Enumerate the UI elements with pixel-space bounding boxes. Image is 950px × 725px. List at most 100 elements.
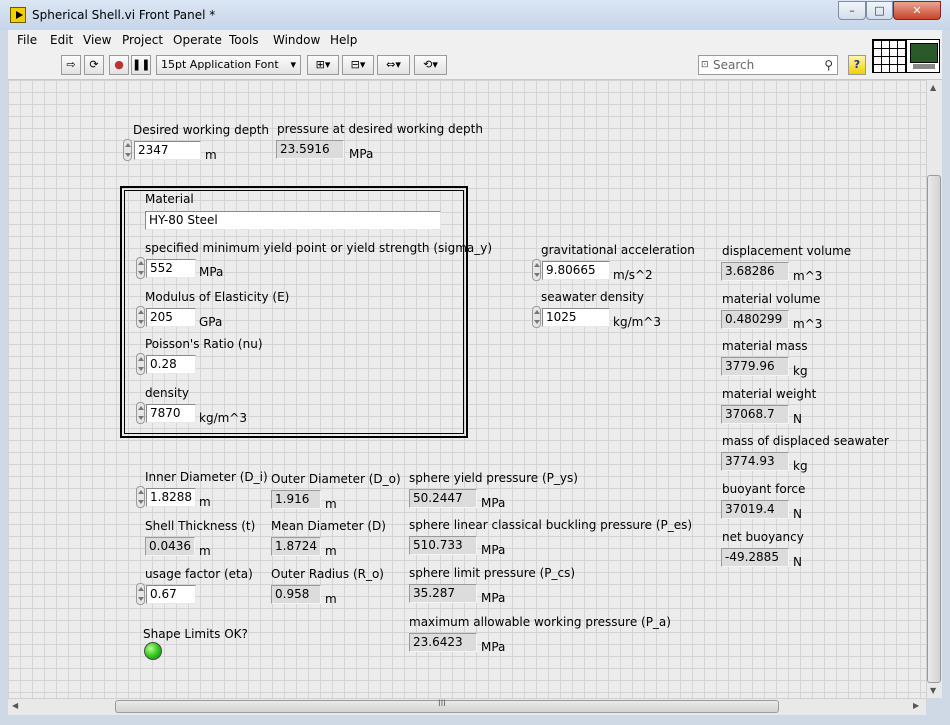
- mat-mass-label: material mass: [722, 339, 808, 353]
- mat-volume-unit: m^3: [793, 317, 823, 331]
- p-cs-label: sphere limit pressure (P_cs): [409, 566, 576, 580]
- buoyant-indicator: 37019.4: [721, 500, 789, 519]
- chevron-down-icon: ▾: [290, 58, 296, 71]
- menu-operate[interactable]: Operate: [173, 33, 222, 47]
- menu-tools[interactable]: Tools: [229, 33, 259, 47]
- seawater-label: seawater density: [541, 290, 644, 304]
- reorder-icon[interactable]: ⟲▾: [414, 55, 447, 75]
- p-ys-indicator: 50.2447: [409, 489, 477, 508]
- thickness-unit: m: [199, 544, 211, 558]
- p-a-indicator: 23.6423: [409, 633, 477, 652]
- inner-d-increment-decrement[interactable]: [136, 486, 145, 508]
- minimize-button[interactable]: –: [838, 1, 866, 20]
- outer-d-label: Outer Diameter (D_o): [271, 472, 401, 486]
- seawater-unit: kg/m^3: [613, 315, 661, 329]
- p-es-unit: MPa: [481, 543, 506, 557]
- font-select[interactable]: 15pt Application Font ▾: [156, 55, 301, 75]
- outer-d-indicator: 1.916: [271, 490, 321, 509]
- depth-unit: m: [205, 148, 217, 162]
- p-es-indicator: 510.733: [409, 536, 477, 555]
- menu-project[interactable]: Project: [122, 33, 163, 47]
- scroll-right-icon[interactable]: ▶: [913, 701, 919, 710]
- inner-d-label: Inner Diameter (D_i): [145, 470, 268, 484]
- density-unit: kg/m^3: [199, 411, 247, 425]
- seawater-increment-decrement[interactable]: [532, 306, 541, 328]
- thickness-label: Shell Thickness (t): [145, 519, 256, 533]
- inner-d-unit: m: [199, 495, 211, 509]
- modulus-increment-decrement[interactable]: [136, 306, 145, 328]
- menu-bar: File Edit View Project Operate Tools Win…: [8, 30, 942, 52]
- grav-label: gravitational acceleration: [541, 243, 695, 257]
- menu-view[interactable]: View: [83, 33, 111, 47]
- vertical-scroll-thumb[interactable]: [927, 175, 941, 683]
- grav-increment-decrement[interactable]: [532, 259, 541, 281]
- menu-window[interactable]: Window: [273, 33, 320, 47]
- material-input[interactable]: HY-80 Steel: [145, 211, 441, 230]
- modulus-input[interactable]: 205: [146, 308, 196, 327]
- pressure-depth-indicator: 23.5916: [276, 140, 344, 159]
- front-panel: Desired working depth 2347 m pressure at…: [8, 80, 926, 698]
- material-label: Material: [145, 192, 194, 206]
- maximize-button[interactable]: □: [866, 1, 893, 20]
- buoyant-label: buoyant force: [722, 482, 806, 496]
- disp-volume-indicator: 3.68286: [721, 262, 789, 281]
- density-increment-decrement[interactable]: [136, 402, 145, 424]
- net-buoy-label: net buoyancy: [722, 530, 804, 544]
- grav-input[interactable]: 9.80665: [542, 261, 610, 280]
- pressure-depth-label: pressure at desired working depth: [277, 122, 483, 136]
- mat-weight-unit: N: [793, 412, 802, 426]
- depth-input[interactable]: 2347: [134, 141, 201, 160]
- menu-help[interactable]: Help: [330, 33, 357, 47]
- abort-icon[interactable]: ●: [109, 55, 129, 75]
- sigma-y-unit: MPa: [199, 265, 224, 279]
- horizontal-scroll-thumb[interactable]: III: [115, 699, 779, 713]
- inner-d-input[interactable]: 1.8288: [146, 488, 196, 507]
- search-input[interactable]: Search ⊡ ⚲: [698, 55, 838, 75]
- sigma-y-input[interactable]: 552: [146, 259, 196, 278]
- scroll-up-icon[interactable]: ▲: [930, 83, 936, 92]
- mat-mass-unit: kg: [793, 364, 808, 378]
- search-placeholder: Search: [713, 58, 755, 72]
- mat-weight-indicator: 37068.7: [721, 405, 789, 424]
- close-button[interactable]: ✕: [893, 1, 941, 20]
- grav-unit: m/s^2: [613, 268, 653, 282]
- mean-d-label: Mean Diameter (D): [271, 519, 386, 533]
- resize-objects-icon[interactable]: ⇔▾: [377, 55, 410, 75]
- density-input[interactable]: 7870: [146, 404, 196, 423]
- distribute-objects-icon[interactable]: ⊟▾: [342, 55, 374, 75]
- help-button[interactable]: ?: [848, 55, 866, 75]
- p-cs-indicator: 35.287: [409, 584, 477, 603]
- sigma-y-label: specified minimum yield point or yield s…: [145, 241, 493, 255]
- scroll-down-icon[interactable]: ▼: [930, 686, 936, 695]
- menu-edit[interactable]: Edit: [50, 33, 73, 47]
- connector-pane-icon[interactable]: [872, 39, 906, 73]
- depth-increment-decrement[interactable]: [123, 139, 132, 161]
- sigma-y-increment-decrement[interactable]: [136, 257, 145, 279]
- labview-vi-icon: [10, 7, 26, 23]
- scroll-left-icon[interactable]: ◀: [12, 701, 18, 710]
- pause-icon[interactable]: ❚❚: [131, 55, 151, 75]
- align-objects-icon[interactable]: ⊞▾: [307, 55, 339, 75]
- seawater-input[interactable]: 1025: [542, 308, 610, 327]
- eta-input[interactable]: 0.67: [146, 585, 196, 604]
- outer-d-unit: m: [325, 497, 337, 511]
- outer-r-label: Outer Radius (R_o): [271, 567, 384, 581]
- menu-file[interactable]: File: [17, 33, 37, 47]
- poisson-increment-decrement[interactable]: [136, 353, 145, 375]
- pressure-depth-unit: MPa: [349, 147, 374, 161]
- disp-volume-unit: m^3: [793, 269, 823, 283]
- depth-label: Desired working depth: [133, 123, 270, 137]
- poisson-input[interactable]: 0.28: [146, 355, 196, 374]
- p-cs-unit: MPa: [481, 591, 506, 605]
- search-field-icon: ⊡: [701, 60, 709, 70]
- vi-icon[interactable]: [906, 39, 940, 73]
- mat-weight-label: material weight: [722, 387, 817, 401]
- run-arrow-icon[interactable]: ⇨: [61, 55, 81, 75]
- shape-ok-label: Shape Limits OK?: [143, 627, 248, 641]
- eta-increment-decrement[interactable]: [136, 583, 145, 605]
- mat-volume-indicator: 0.480299: [721, 310, 789, 329]
- run-continuously-icon[interactable]: ⟳: [84, 55, 104, 75]
- mass-seawater-indicator: 3774.93: [721, 452, 789, 471]
- net-buoy-indicator: -49.2885: [721, 548, 789, 567]
- window-title: Spherical Shell.vi Front Panel *: [32, 8, 216, 22]
